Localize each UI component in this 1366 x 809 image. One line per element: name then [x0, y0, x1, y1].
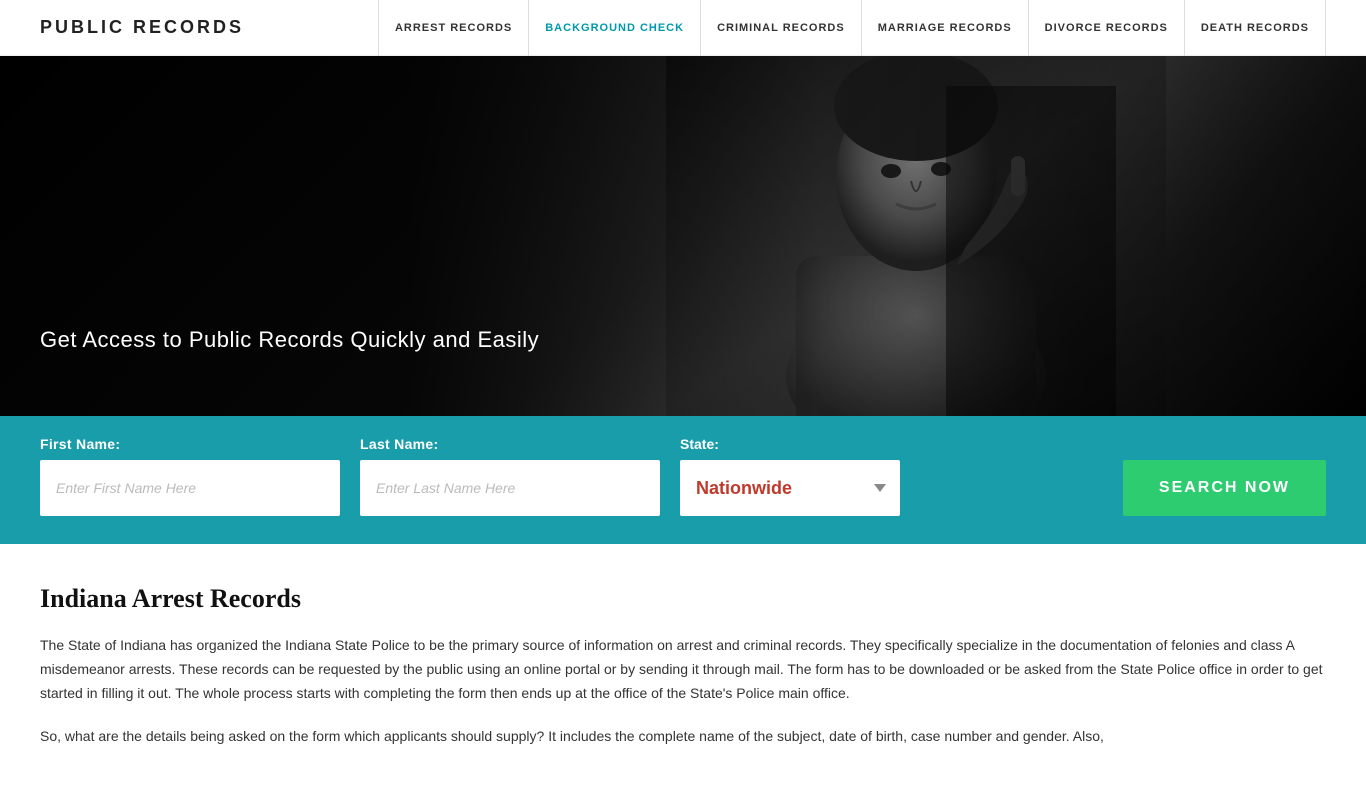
last-name-field: Last Name: [360, 436, 660, 516]
site-header: PUBLIC RECORDS ARREST RECORDS BACKGROUND… [0, 0, 1366, 56]
state-select-wrapper: NationwideAlabamaAlaskaArizonaArkansasCa… [680, 460, 900, 516]
search-now-button[interactable]: SEARCH NOW [1123, 460, 1326, 516]
nav-divorce-records[interactable]: DIVORCE RECORDS [1029, 0, 1185, 56]
nav-background-check[interactable]: BACKGROUND CHECK [529, 0, 701, 56]
hero-content: Get Access to Public Records Quickly and… [0, 325, 579, 416]
search-panel: First Name: Last Name: State: Nationwide… [0, 416, 1366, 544]
first-name-label: First Name: [40, 436, 340, 452]
content-paragraph-2: So, what are the details being asked on … [40, 725, 1326, 749]
state-label: State: [680, 436, 1103, 452]
last-name-input[interactable] [360, 460, 660, 516]
main-content: Indiana Arrest Records The State of Indi… [0, 544, 1366, 809]
first-name-input[interactable] [40, 460, 340, 516]
content-heading: Indiana Arrest Records [40, 584, 1326, 614]
last-name-label: Last Name: [360, 436, 660, 452]
main-nav: ARREST RECORDS BACKGROUND CHECK CRIMINAL… [378, 0, 1326, 56]
hero-section: Get Access to Public Records Quickly and… [0, 56, 1366, 416]
site-logo: PUBLIC RECORDS [40, 17, 244, 38]
content-paragraph-1: The State of Indiana has organized the I… [40, 634, 1326, 705]
nav-arrest-records[interactable]: ARREST RECORDS [378, 0, 529, 56]
hero-title: Get Access to Public Records Quickly and… [40, 325, 539, 356]
nav-criminal-records[interactable]: CRIMINAL RECORDS [701, 0, 862, 56]
first-name-field: First Name: [40, 436, 340, 516]
state-select[interactable]: NationwideAlabamaAlaskaArizonaArkansasCa… [680, 460, 900, 516]
nav-marriage-records[interactable]: MARRIAGE RECORDS [862, 0, 1029, 56]
nav-death-records[interactable]: DEATH RECORDS [1185, 0, 1326, 56]
state-field: State: NationwideAlabamaAlaskaArizonaArk… [680, 436, 1103, 516]
